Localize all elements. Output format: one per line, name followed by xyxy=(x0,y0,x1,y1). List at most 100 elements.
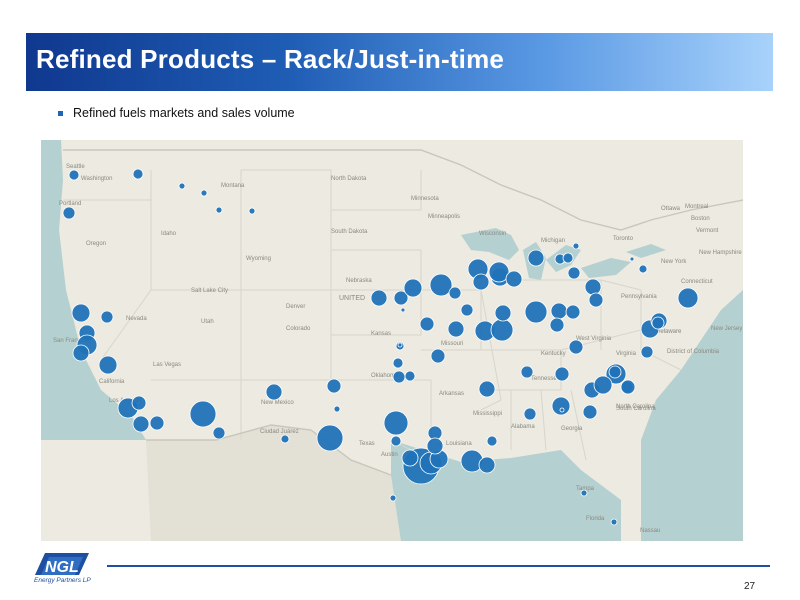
label-salt-lake-city: Salt Lake City xyxy=(191,288,228,294)
sales-marker-seattle xyxy=(68,169,80,181)
sales-marker-georgia-2 xyxy=(582,404,598,420)
label-wyoming: Wyoming xyxy=(246,256,271,262)
label-las-vegas: Las Vegas xyxy=(153,362,181,368)
bullet-square-icon xyxy=(58,110,63,116)
label-austin: Austin xyxy=(381,452,398,458)
sales-marker-tampa xyxy=(580,489,588,497)
bullet-item: Refined fuels markets and sales volume xyxy=(58,106,295,120)
label-south-carolina: South Carolina xyxy=(616,406,656,412)
sales-marker-san-diego-1 xyxy=(132,415,150,433)
sales-marker-michigan-4 xyxy=(562,252,574,264)
sales-marker-la-2 xyxy=(131,395,147,411)
sales-marker-indiana-1 xyxy=(490,318,514,342)
label-minneapolis: Minneapolis xyxy=(428,214,460,220)
sales-marker-mississippi xyxy=(426,437,444,455)
sales-marker-illinois-2 xyxy=(472,273,490,291)
sales-marker-iowa-2 xyxy=(448,286,462,300)
label-new-jersey: New Jersey xyxy=(711,326,742,332)
label-mississippi: Mississippi xyxy=(473,411,502,417)
sales-marker-oklahoma-1 xyxy=(392,357,404,369)
sales-marker-virginia xyxy=(651,316,665,330)
sales-marker-corpus xyxy=(389,494,397,502)
label-ottawa: Ottawa xyxy=(661,206,681,212)
label-west-virginia: West Virginia xyxy=(576,336,612,342)
sales-marker-el-paso xyxy=(280,434,290,444)
label-alabama: Alabama xyxy=(511,424,535,430)
label-oregon: Oregon xyxy=(86,241,106,247)
label-virginia: Virginia xyxy=(616,351,637,357)
sales-marker-spokane xyxy=(132,168,144,180)
sales-marker-alabama-2 xyxy=(486,435,498,447)
slide-title: Refined Products – Rack/Just-in-time xyxy=(36,44,505,74)
map-canvas: Seattle Washington Portland Oregon Monta… xyxy=(41,140,743,541)
label-ciudad-juarez: Ciudad Juárez xyxy=(260,429,299,435)
sales-marker-louisiana-2 xyxy=(478,456,496,474)
sales-marker-ohio-2 xyxy=(505,270,523,288)
sales-marker-montana-2 xyxy=(200,189,208,197)
label-idaho: Idaho xyxy=(161,231,177,237)
sales-marker-pittsburgh xyxy=(584,278,602,296)
label-denver: Denver xyxy=(286,304,305,310)
sales-marker-texas-panhandle xyxy=(326,378,342,394)
sales-marker-ca-central xyxy=(98,355,118,375)
canada-border xyxy=(63,149,743,231)
sales-marker-missouri-1 xyxy=(430,348,446,364)
logo-tagline: Energy Partners LP xyxy=(34,577,91,584)
sales-marker-oklahoma-2 xyxy=(392,370,406,384)
sales-marker-west-texas xyxy=(316,424,344,452)
label-georgia: Georgia xyxy=(561,426,583,432)
pacific-ocean xyxy=(41,140,146,440)
sales-marker-san-antonio xyxy=(401,449,419,467)
label-new-york: New York xyxy=(661,259,687,265)
label-missouri: Missouri xyxy=(441,341,463,347)
sales-marker-michigan-3 xyxy=(567,266,581,280)
sales-marker-missouri-2 xyxy=(447,320,465,338)
sales-marker-ohio-3 xyxy=(568,339,584,355)
label-nassau: Nassau xyxy=(640,528,660,534)
sales-marker-new-mexico xyxy=(265,383,283,401)
label-california: California xyxy=(99,379,125,385)
sales-marker-ontario-3 xyxy=(400,307,406,313)
label-delaware: Delaware xyxy=(656,329,682,335)
sales-marker-kentucky-1 xyxy=(524,300,548,324)
label-kansas: Kansas xyxy=(371,331,391,337)
page-number: 27 xyxy=(744,581,756,592)
sales-marker-tucson xyxy=(212,426,226,440)
sales-marker-nebraska-4 xyxy=(397,342,403,348)
sales-marker-ca-north-4 xyxy=(72,344,90,362)
label-south-dakota: South Dakota xyxy=(331,229,368,235)
sales-marker-oklahoma-4 xyxy=(559,407,565,413)
sales-marker-kentucky-3 xyxy=(549,317,565,333)
sales-marker-reno xyxy=(100,310,114,324)
sales-marker-ca-north-1 xyxy=(71,303,91,323)
label-north-dakota: North Dakota xyxy=(331,176,367,182)
sales-marker-missouri-4 xyxy=(460,303,474,317)
label-utah: Utah xyxy=(201,319,214,325)
label-seattle: Seattle xyxy=(66,164,85,170)
sales-marker-kentucky-2 xyxy=(550,302,568,320)
label-toronto: Toronto xyxy=(613,236,634,242)
sales-marker-montana-1 xyxy=(178,182,186,190)
sales-marker-phoenix xyxy=(189,400,217,428)
label-washington: Washington xyxy=(81,176,112,182)
sales-marker-new-jersey xyxy=(677,287,699,309)
sales-marker-tennessee-2 xyxy=(554,366,570,382)
sales-marker-michigan-5 xyxy=(572,242,580,250)
label-arkansas: Arkansas xyxy=(439,391,464,397)
label-montreal: Montreal xyxy=(685,204,708,210)
sales-marker-nebraska-1 xyxy=(370,289,388,307)
label-louisiana: Louisiana xyxy=(446,441,472,447)
sales-marker-alabama-1 xyxy=(520,365,534,379)
label-nebraska: Nebraska xyxy=(346,278,372,284)
sales-marker-san-diego-2 xyxy=(149,415,165,431)
sales-marker-dc-3 xyxy=(640,345,654,359)
label-boston: Boston xyxy=(691,216,710,222)
sales-marker-tennessee-1 xyxy=(523,407,537,421)
sales-marker-arkansas xyxy=(478,380,496,398)
label-florida: Florida xyxy=(586,516,605,522)
sales-marker-pennsylvania xyxy=(588,292,604,308)
sales-marker-portland xyxy=(62,206,76,220)
sales-marker-montana-4 xyxy=(248,207,256,215)
sales-marker-indiana-2 xyxy=(494,304,512,322)
sales-marker-missouri-5 xyxy=(333,405,341,413)
